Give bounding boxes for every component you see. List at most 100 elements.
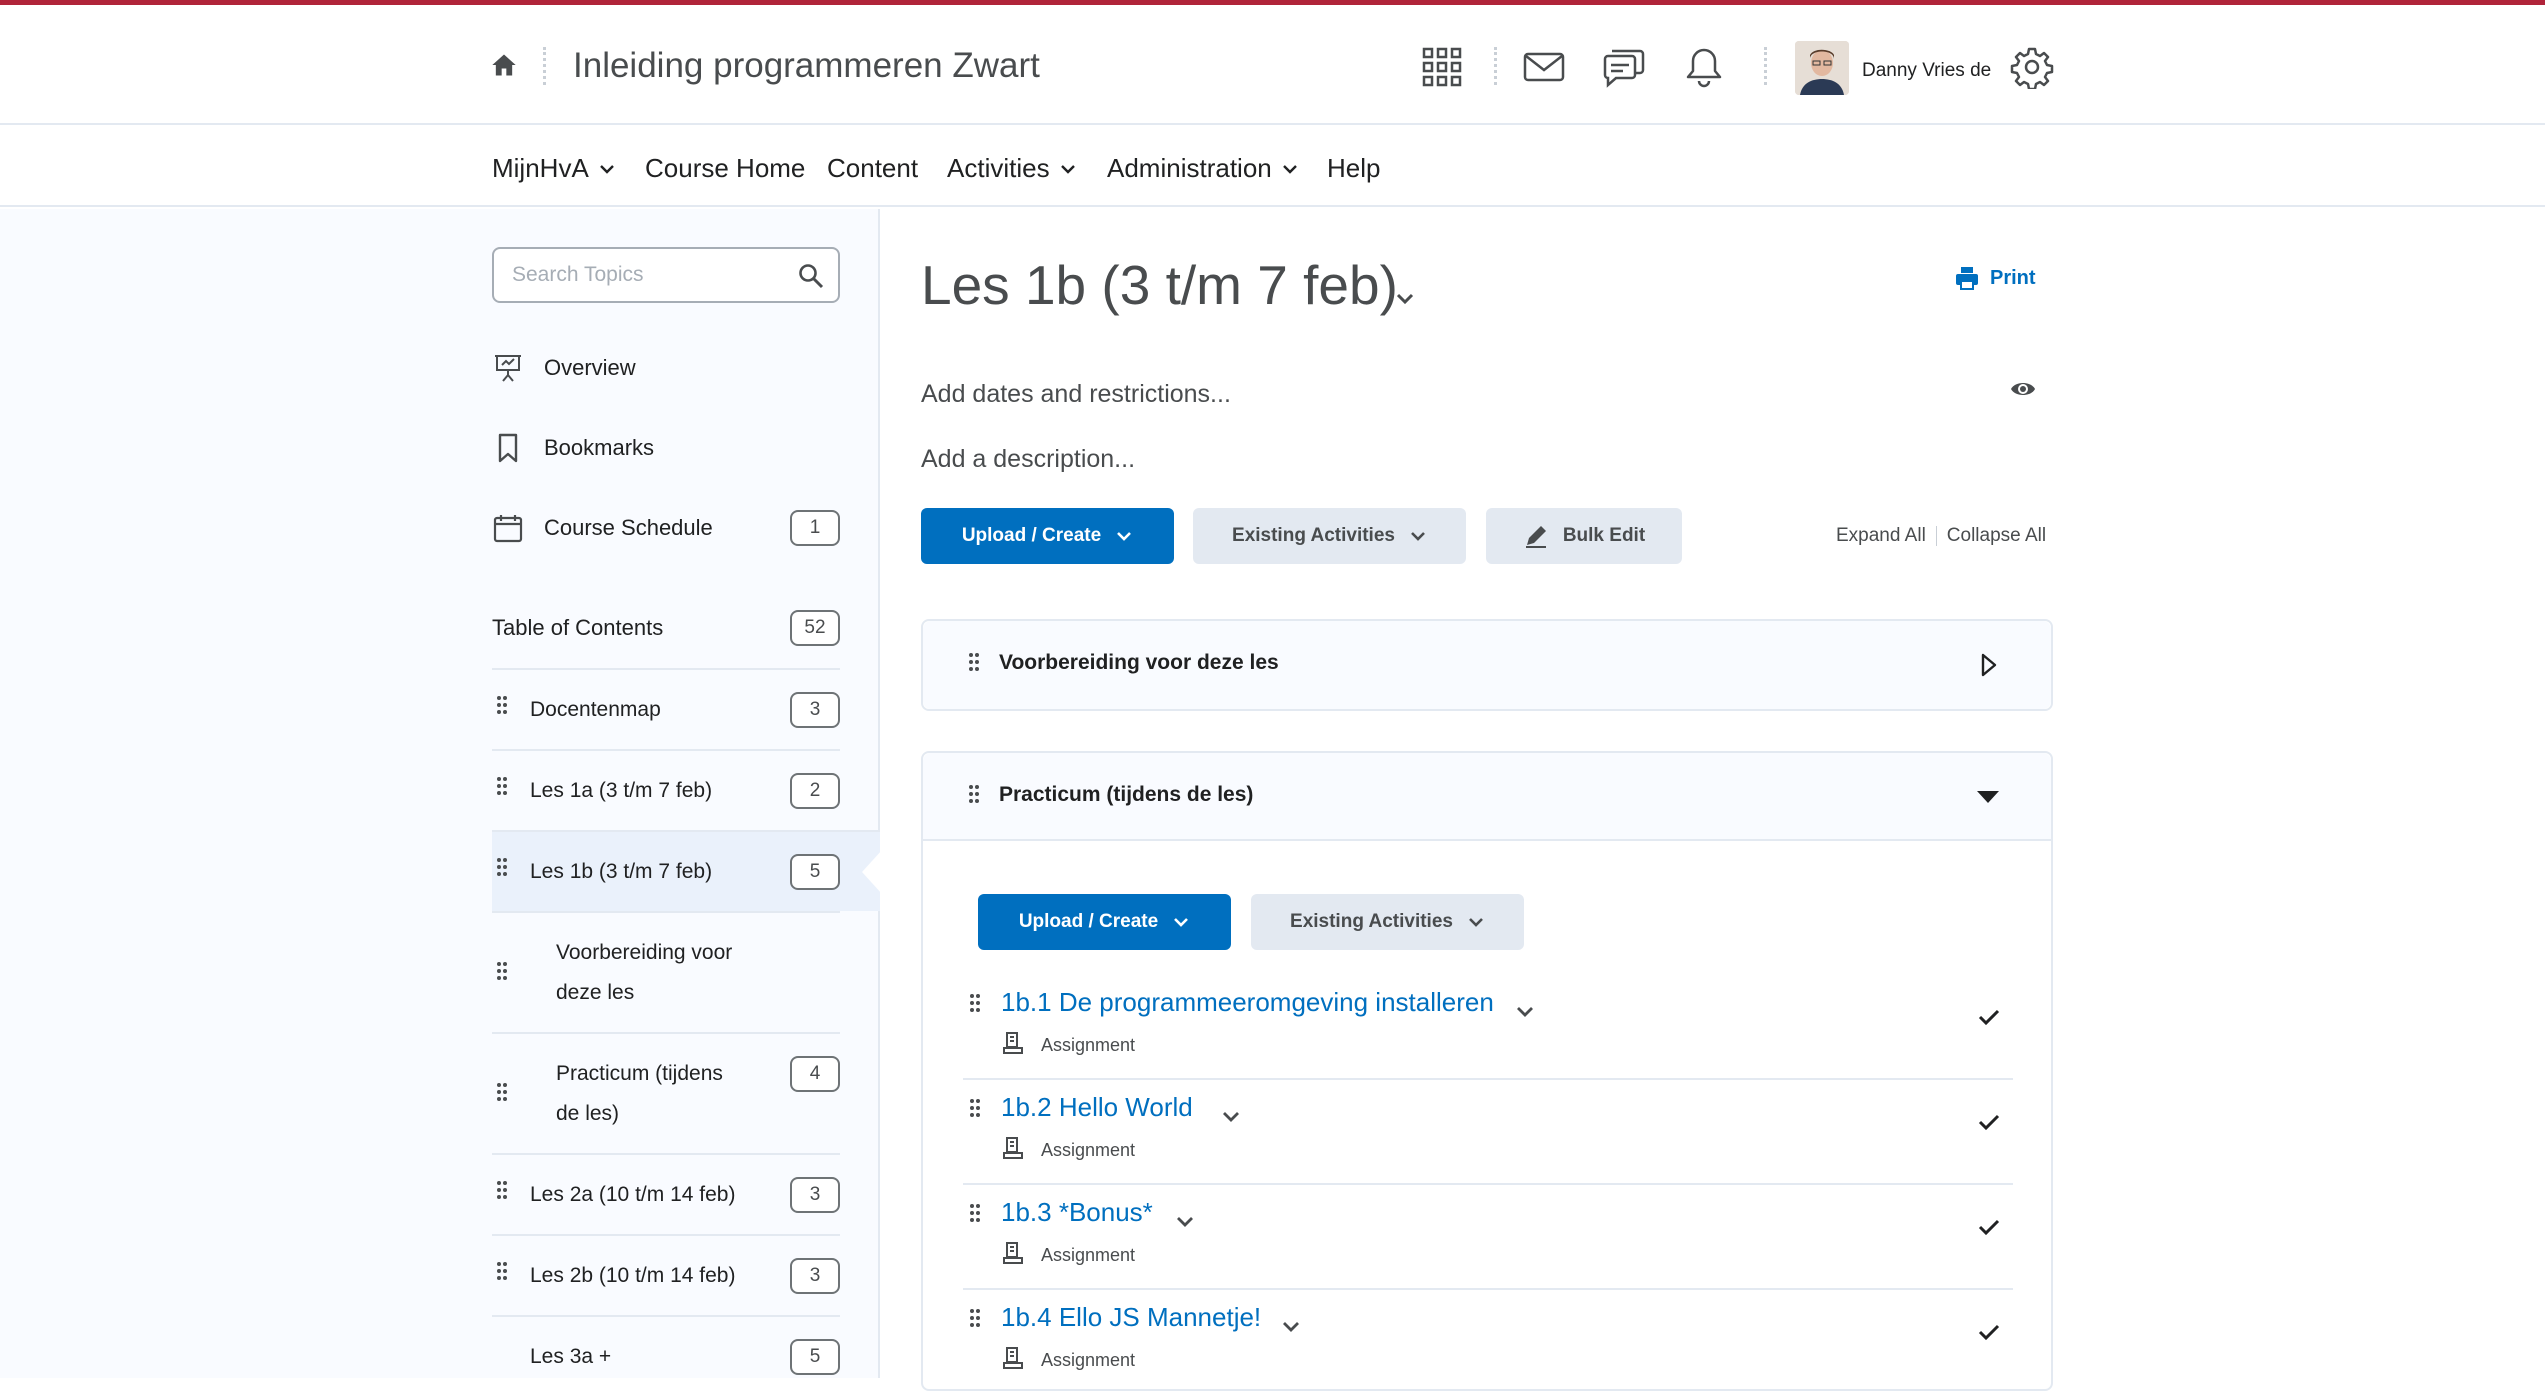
sidebar-overview[interactable]: Overview — [492, 352, 636, 384]
toc-item[interactable]: Docentenmap 3 — [492, 668, 840, 749]
topic-row: 1b.2 Hello World Assignment — [963, 1080, 2013, 1185]
existing-activities-button[interactable]: Existing Activities — [1251, 894, 1524, 950]
topic-title-link[interactable]: 1b.2 Hello World — [1001, 1092, 1193, 1123]
toc-subitem[interactable]: Practicum (tijdens de les) 4 — [492, 1032, 840, 1153]
drag-handle-icon[interactable] — [496, 961, 508, 985]
collapse-all-link[interactable]: Collapse All — [1947, 525, 2046, 547]
drag-handle-icon[interactable] — [496, 1082, 508, 1106]
sidebar-bookmarks[interactable]: Bookmarks — [492, 432, 654, 464]
caret-down-icon[interactable] — [1975, 784, 2001, 810]
course-navbar: MijnHvA Course Home Content Activities A… — [0, 127, 2545, 207]
user-name[interactable]: Danny Vries de — [1862, 60, 1991, 82]
nav-content[interactable]: Content — [827, 153, 918, 184]
drag-handle-icon[interactable] — [969, 993, 981, 1017]
header: Inleiding programmeren Zwart Danny Vries… — [0, 5, 2545, 125]
toc-item[interactable]: Les 2b (10 t/m 14 feb) 3 — [492, 1234, 840, 1315]
bulk-edit-button[interactable]: Bulk Edit — [1486, 508, 1682, 564]
chat-icon[interactable] — [1602, 45, 1646, 89]
existing-activities-button[interactable]: Existing Activities — [1193, 508, 1466, 564]
chevron-down-icon — [1117, 532, 1132, 541]
count-badge: 5 — [790, 1339, 840, 1375]
topic-title-link[interactable]: 1b.4 Ello JS Mannetje! — [1001, 1302, 1261, 1333]
pencil-icon — [1525, 526, 1546, 548]
module-card: Voorbereiding voor deze les — [921, 619, 2053, 711]
course-title[interactable]: Inleiding programmeren Zwart — [573, 46, 1040, 86]
drag-handle-icon[interactable] — [968, 784, 980, 808]
chevron-down-icon[interactable] — [1394, 287, 1416, 309]
count-badge: 1 — [790, 510, 840, 546]
drag-handle-icon[interactable] — [969, 1098, 981, 1122]
print-button[interactable]: Print — [1954, 265, 2036, 291]
topic-title-link[interactable]: 1b.3 *Bonus* — [1001, 1197, 1153, 1228]
bell-icon[interactable] — [1682, 45, 1726, 89]
sidebar: Overview Bookmarks Course Schedule 1 Tab… — [0, 209, 882, 1378]
toc-item[interactable]: Les 3a + 5 — [492, 1315, 840, 1378]
count-badge: 52 — [790, 610, 840, 646]
drag-handle-icon[interactable] — [496, 1261, 508, 1285]
topic-type: Assignment — [1041, 1245, 1136, 1265]
nav-help[interactable]: Help — [1327, 153, 1380, 184]
gear-icon[interactable] — [2010, 45, 2054, 89]
drag-handle-icon[interactable] — [496, 1180, 508, 1204]
assignment-icon — [1003, 1032, 1023, 1054]
drag-handle-icon[interactable] — [968, 652, 980, 676]
mail-icon[interactable] — [1522, 45, 1566, 89]
nav-administration[interactable]: Administration — [1107, 153, 1298, 184]
printer-icon — [1956, 267, 1978, 290]
toc-subitem[interactable]: Voorbereiding voor deze les — [492, 911, 840, 1032]
nav-activities[interactable]: Activities — [947, 153, 1076, 184]
drag-handle-icon[interactable] — [969, 1308, 981, 1332]
chevron-down-icon[interactable] — [1221, 1106, 1241, 1126]
upload-create-button[interactable]: Upload / Create — [921, 508, 1174, 564]
module-card: Practicum (tijdens de les) Upload / Crea… — [921, 751, 2053, 1391]
drag-handle-icon[interactable] — [496, 776, 508, 800]
module-title[interactable]: Voorbereiding voor deze les — [999, 651, 1279, 675]
waffle-icon[interactable] — [1420, 45, 1464, 89]
module-header[interactable]: Practicum (tijdens de les) — [923, 753, 2051, 841]
expand-all-link[interactable]: Expand All — [1836, 525, 1926, 547]
active-indicator — [862, 850, 882, 894]
divider — [1935, 526, 1937, 546]
nav-course-home[interactable]: Course Home — [645, 153, 805, 184]
module-header[interactable]: Voorbereiding voor deze les — [923, 621, 2051, 709]
header-divider — [1494, 47, 1497, 85]
count-badge: 4 — [790, 1056, 840, 1092]
toc-header[interactable]: Table of Contents — [492, 615, 663, 641]
topic-row: 1b.4 Ello JS Mannetje! Assignment — [963, 1290, 2013, 1395]
toc-item[interactable]: Les 1a (3 t/m 7 feb) 2 — [492, 749, 840, 830]
assignment-icon — [1003, 1137, 1023, 1159]
presentation-icon — [495, 355, 521, 382]
count-badge: 2 — [790, 773, 840, 809]
avatar[interactable] — [1795, 41, 1849, 95]
assignment-icon — [1003, 1242, 1023, 1264]
search-input[interactable] — [512, 263, 782, 287]
drag-handle-icon[interactable] — [969, 1203, 981, 1227]
caret-right-icon[interactable] — [1975, 652, 2001, 678]
drag-handle-icon[interactable] — [496, 857, 508, 881]
chevron-down-icon[interactable] — [1281, 1316, 1301, 1336]
home-icon[interactable] — [490, 51, 518, 79]
topic-title-link[interactable]: 1b.1 De programmeeromgeving installeren — [1001, 987, 1494, 1018]
add-description-link[interactable]: Add a description... — [921, 445, 1135, 474]
count-badge: 3 — [790, 692, 840, 728]
nav-mijnhva[interactable]: MijnHvA — [492, 153, 615, 184]
sidebar-course-schedule[interactable]: Course Schedule — [492, 512, 713, 544]
assignment-icon — [1003, 1347, 1023, 1369]
chevron-down-icon — [1060, 164, 1075, 174]
upload-create-button[interactable]: Upload / Create — [978, 894, 1231, 950]
toc-item[interactable]: Les 2a (10 t/m 14 feb) 3 — [492, 1153, 840, 1234]
topic-type: Assignment — [1041, 1140, 1136, 1160]
checkmark-icon — [1978, 1114, 2000, 1131]
chevron-down-icon[interactable] — [1515, 1001, 1535, 1021]
module-title[interactable]: Practicum (tijdens de les) — [999, 783, 1253, 807]
checkmark-icon — [1978, 1219, 2000, 1236]
search-icon[interactable] — [798, 263, 824, 289]
topic-type: Assignment — [1041, 1350, 1136, 1370]
drag-handle-icon[interactable] — [496, 695, 508, 719]
chevron-down-icon[interactable] — [1175, 1211, 1195, 1231]
add-dates-link[interactable]: Add dates and restrictions... — [921, 380, 1231, 409]
eye-icon[interactable] — [2009, 378, 2037, 400]
chevron-down-icon — [1174, 918, 1189, 927]
bookmark-icon — [498, 433, 518, 463]
toc-item-active[interactable]: Les 1b (3 t/m 7 feb) 5 — [492, 830, 882, 911]
